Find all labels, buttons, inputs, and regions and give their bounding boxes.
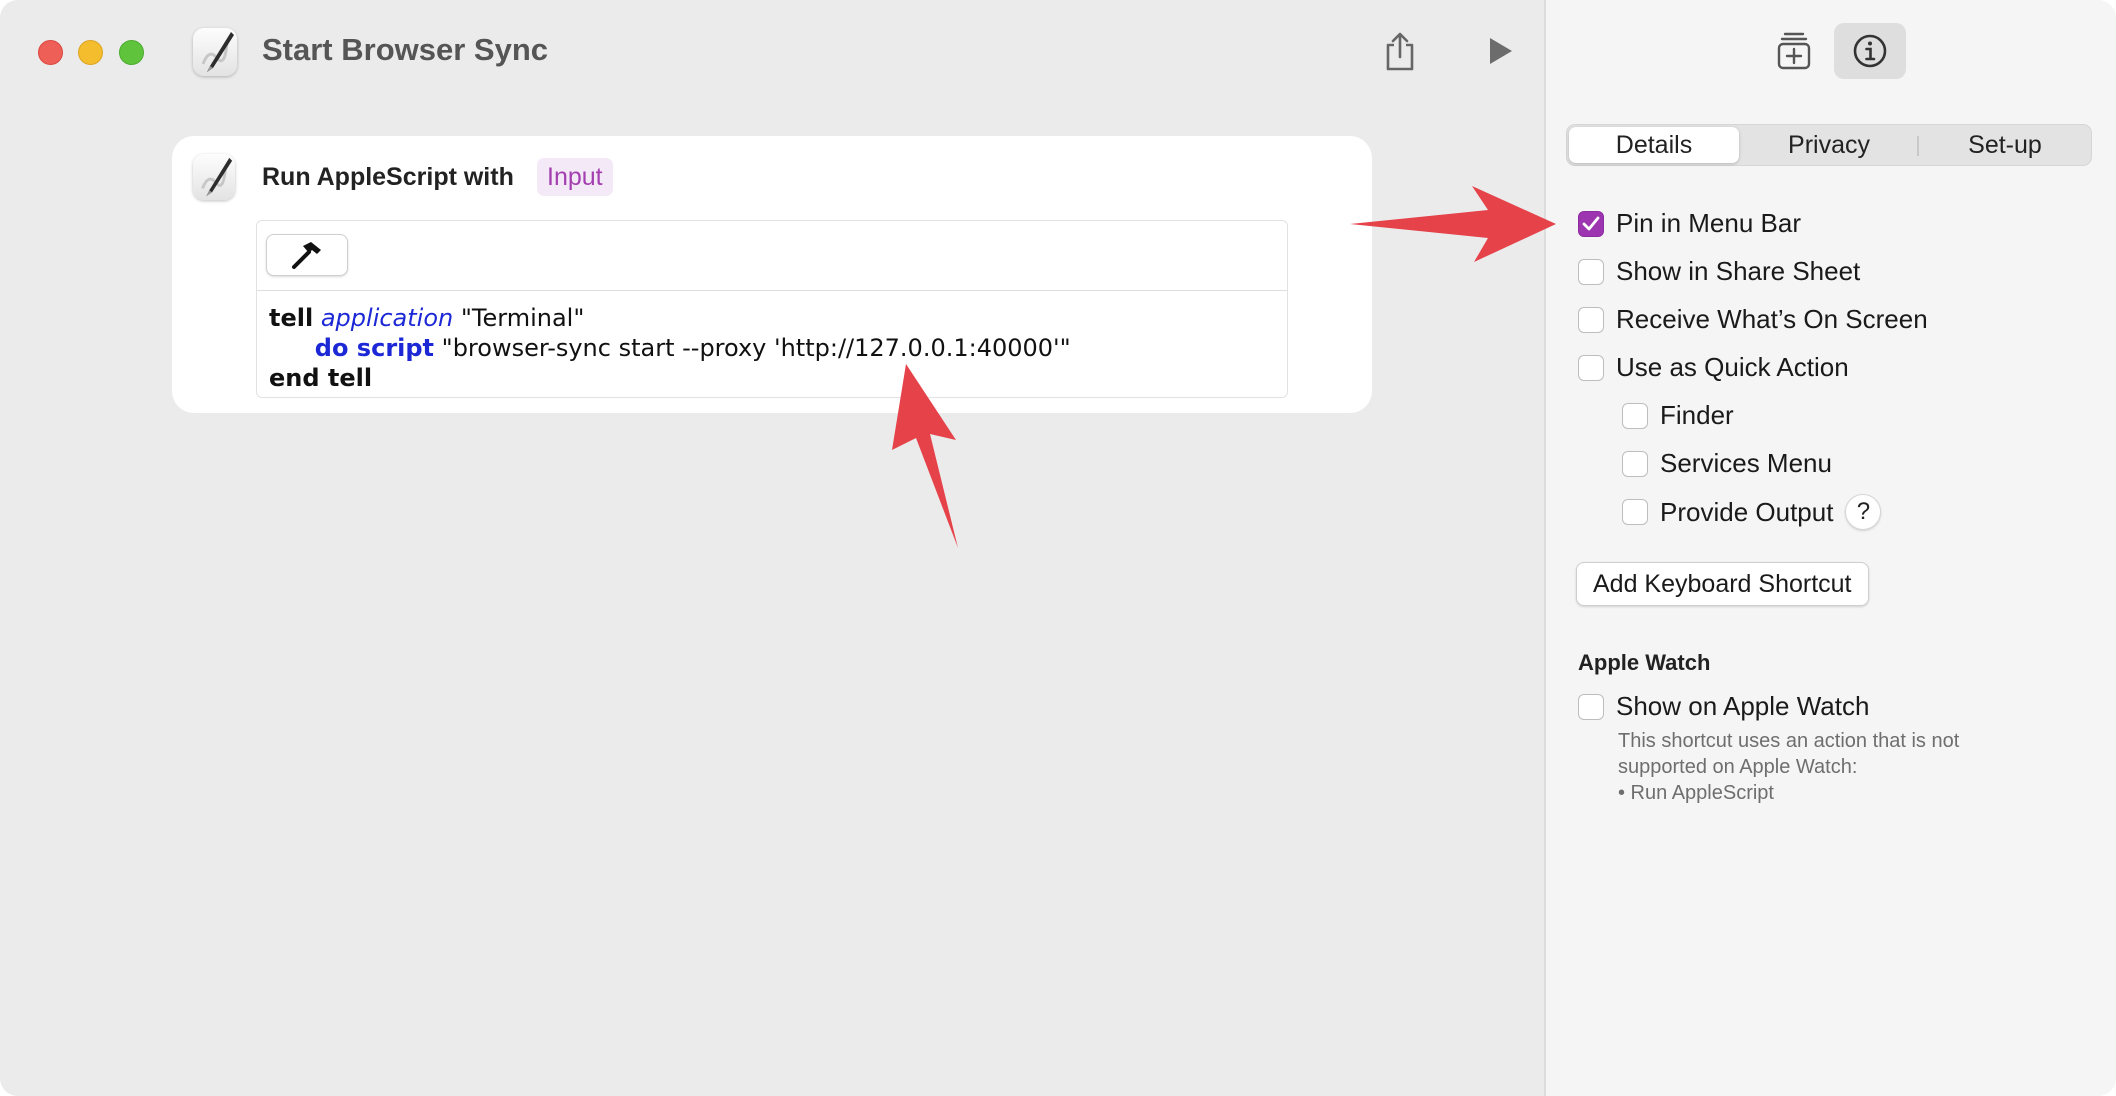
pin-in-menu-bar-label: Pin in Menu Bar [1616, 208, 1801, 238]
checkmark-icon [1582, 216, 1600, 230]
services-menu-option[interactable]: Services Menu [1622, 448, 1832, 479]
services-menu-label: Services Menu [1660, 448, 1832, 478]
quick-action-option[interactable]: Use as Quick Action [1578, 352, 1849, 383]
apple-watch-note: This shortcut uses an action that is not… [1618, 728, 1959, 806]
finder-option[interactable]: Finder [1622, 400, 1734, 431]
applescript-code[interactable]: tell application "Terminal" do script "b… [269, 303, 1071, 393]
provide-output-option[interactable]: Provide Output ? [1622, 494, 1882, 530]
apple-watch-heading: Apple Watch [1578, 650, 1711, 675]
close-window-button[interactable] [38, 40, 63, 65]
script-editor[interactable]: tell application "Terminal" do script "b… [256, 220, 1288, 398]
tab-setup[interactable]: Set-up [1919, 125, 2091, 165]
script-toolbar [257, 221, 1287, 291]
services-menu-checkbox[interactable] [1622, 450, 1648, 477]
sidebar-tabs: Details Privacy Set-up [1566, 124, 2092, 166]
code-line: end tell [269, 363, 1071, 393]
receive-on-screen-checkbox[interactable] [1578, 306, 1604, 333]
hammer-icon [292, 242, 321, 269]
apple-watch-note-line: This shortcut uses an action that is not [1618, 730, 1960, 752]
pin-in-menu-bar-option[interactable]: Pin in Menu Bar [1578, 208, 1801, 239]
code-command-keyword: do script [314, 334, 435, 362]
code-line: do script "browser-sync start --proxy 'h… [269, 333, 1071, 363]
receive-on-screen-option[interactable]: Receive What’s On Screen [1578, 304, 1928, 335]
tab-privacy[interactable]: Privacy [1741, 125, 1917, 165]
shortcuts-window: Start Browser Sync Run AppleScript with … [0, 0, 2116, 1096]
compile-button[interactable] [266, 234, 348, 276]
show-in-share-sheet-label: Show in Share Sheet [1616, 256, 1861, 286]
info-button[interactable] [1834, 23, 1906, 79]
add-to-library-icon [1777, 32, 1811, 70]
code-keyword: end tell [269, 364, 373, 392]
show-on-apple-watch-checkbox[interactable] [1578, 693, 1604, 720]
show-in-share-sheet-option[interactable]: Show in Share Sheet [1578, 256, 1860, 287]
input-variable-token[interactable]: Input [537, 158, 613, 196]
code-application-keyword: application [320, 304, 454, 332]
receive-on-screen-label: Receive What’s On Screen [1616, 304, 1928, 334]
finder-label: Finder [1660, 400, 1734, 430]
action-title: Run AppleScript with [262, 163, 514, 191]
apple-watch-note-line: supported on Apple Watch: [1618, 756, 1858, 778]
share-button[interactable] [1372, 23, 1428, 79]
minimize-window-button[interactable] [78, 40, 103, 65]
info-icon [1853, 34, 1887, 68]
action-library-button[interactable] [1766, 23, 1822, 79]
code-line: tell application "Terminal" [269, 303, 1071, 333]
provide-output-label: Provide Output [1660, 496, 1834, 527]
script-editor-icon [193, 28, 237, 76]
play-icon [1490, 38, 1512, 64]
script-editor-icon [193, 154, 235, 200]
window-title: Start Browser Sync [262, 32, 548, 67]
pin-in-menu-bar-checkbox[interactable] [1578, 210, 1604, 237]
quick-action-label: Use as Quick Action [1616, 352, 1849, 382]
tab-details[interactable]: Details [1569, 127, 1739, 163]
finder-checkbox[interactable] [1622, 402, 1648, 429]
help-button[interactable]: ? [1845, 494, 1882, 530]
show-on-apple-watch-label: Show on Apple Watch [1616, 691, 1870, 721]
code-keyword: tell [269, 304, 314, 332]
run-button[interactable] [1472, 23, 1528, 79]
editor-area: Start Browser Sync Run AppleScript with … [0, 0, 1544, 1096]
code-text: "browser-sync start --proxy 'http://127.… [434, 334, 1071, 362]
show-on-apple-watch-option[interactable]: Show on Apple Watch [1578, 691, 1869, 722]
show-in-share-sheet-checkbox[interactable] [1578, 258, 1604, 285]
zoom-window-button[interactable] [119, 40, 144, 65]
provide-output-checkbox[interactable] [1622, 499, 1648, 525]
quick-action-checkbox[interactable] [1578, 354, 1604, 381]
add-keyboard-shortcut-button[interactable]: Add Keyboard Shortcut [1576, 562, 1869, 606]
share-icon [1386, 32, 1414, 71]
apple-watch-note-line: • Run AppleScript [1618, 782, 1774, 804]
code-text: "Terminal" [453, 304, 585, 332]
